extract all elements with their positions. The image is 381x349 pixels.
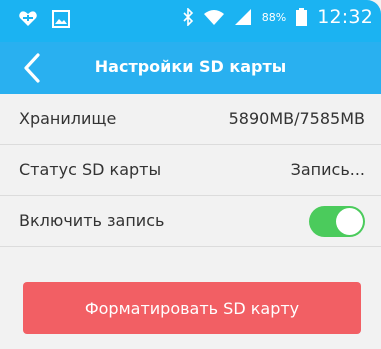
sd-status-label: Статус SD карты [19,160,162,179]
battery-icon [296,8,308,26]
record-row: Включить запись [0,196,381,247]
page-title: Настройки SD карты [94,57,287,76]
record-label: Включить запись [19,211,165,230]
clock: 12:32 [317,6,373,28]
wifi-icon [203,10,224,25]
signal-icon [234,9,251,25]
bluetooth-icon [183,8,193,26]
storage-row: Хранилище 5890MB/7585MB [0,94,381,145]
settings-list: Хранилище 5890MB/7585MB Статус SD карты … [0,94,381,247]
toggle-knob [336,208,363,235]
image-notification-icon [52,10,70,28]
sd-status-value: Запись... [290,160,365,179]
status-bar: 88% 12:32 [0,0,381,42]
sd-status-row: Статус SD карты Запись... [0,145,381,196]
format-sd-button[interactable]: Форматировать SD карту [23,282,361,334]
storage-label: Хранилище [19,109,117,128]
heart-notification-icon [19,11,37,26]
system-icons: 88% 12:32 [182,6,373,28]
battery-percent: 88% [261,10,287,24]
notification-icons [18,9,70,29]
record-toggle[interactable] [309,206,365,237]
app-bar: Настройки SD карты [0,42,381,94]
storage-value: 5890MB/7585MB [228,109,365,128]
